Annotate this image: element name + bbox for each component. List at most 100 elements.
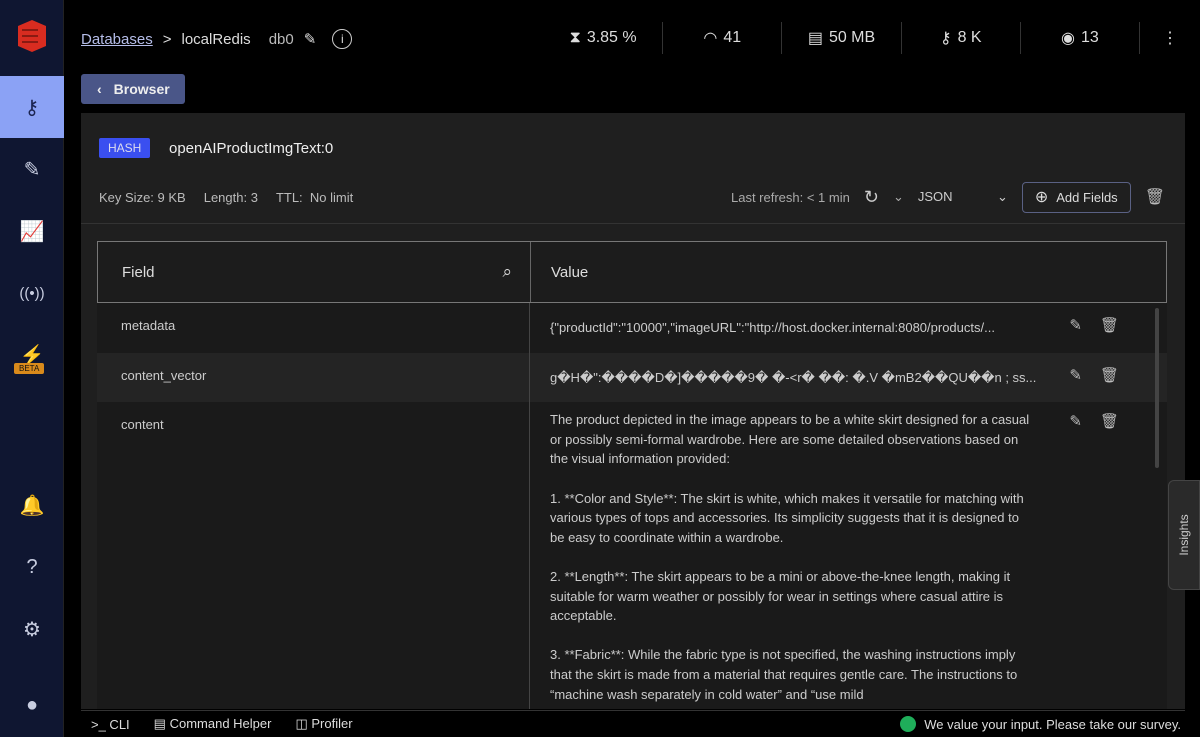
chevron-down-icon: ⌄ <box>996 189 1008 204</box>
auto-refresh-chevron-down-icon[interactable]: ⌄ <box>893 189 904 205</box>
key-size: Key Size: 9 KB <box>99 190 186 205</box>
ttl-label: TTL: <box>275 190 303 205</box>
bottom-bar: >_ CLI ▤ Command Helper ◫ Profiler We va… <box>81 710 1185 737</box>
plus-circle-icon: ⊕ <box>1034 189 1049 206</box>
pubsub-broadcast-icon[interactable]: ((•)) <box>0 262 64 324</box>
delete-trash-icon[interactable]: 🗑 <box>1100 412 1119 432</box>
field-cell: metadata <box>97 303 530 353</box>
db-stats: ⧗ 3.85 % ◠ 41 ▤ 50 MB ⚷ 8 K ◉ 13 ⋮ <box>544 22 1200 54</box>
speedometer-icon: ◠ <box>703 30 718 47</box>
last-refresh: Last refresh: < 1 min <box>730 189 850 205</box>
table-scrollbar[interactable] <box>1155 308 1159 468</box>
github-icon[interactable]: ● <box>0 674 64 736</box>
db-index: db0 <box>268 30 294 48</box>
profiler-label: Profiler <box>311 716 353 731</box>
ops-value: 41 <box>723 29 742 46</box>
profiler-button[interactable]: ◫ Profiler <box>295 716 352 732</box>
breadcrumb-separator: > <box>162 30 172 48</box>
key-toolbar: Last refresh: < 1 min ↻ ⌄ JSON ⌄ ⊕ Add Fie… <box>731 181 1165 213</box>
delete-trash-icon[interactable]: 🗑 <box>1100 316 1119 336</box>
triggers-bolt-icon[interactable]: ⚡ <box>0 324 64 386</box>
field-cell: content_vector <box>97 352 530 403</box>
value-cell: g�H�":����D�]�����9� �-<r� ��: �.V �mB2�… <box>530 353 1167 403</box>
format-select[interactable]: JSON ⌄ <box>918 189 1008 205</box>
survey-link[interactable]: We value your input. Please take our sur… <box>900 716 1185 732</box>
clients-value: 13 <box>1081 29 1099 46</box>
add-fields-label: Add Fields <box>1056 189 1118 205</box>
chevron-left-icon: ‹ <box>97 81 102 97</box>
browser-back-button[interactable]: ‹ Browser <box>81 74 185 104</box>
survey-icon <box>900 716 917 732</box>
value-column-header: Value <box>531 242 588 302</box>
field-header-label: Field <box>122 263 155 281</box>
info-icon[interactable]: i <box>332 29 353 49</box>
command-helper-button[interactable]: ▤ Command Helper <box>154 716 272 732</box>
key-name[interactable]: openAIProductImgText:0 <box>169 140 333 157</box>
insights-label: Insights <box>1177 514 1191 556</box>
edit-pencil-icon[interactable]: ✎ <box>1069 316 1082 336</box>
profiler-icon: ◫ <box>295 716 312 731</box>
ops-stat: ◠ 41 <box>663 22 783 54</box>
survey-text: We value your input. Please take our sur… <box>924 716 1181 732</box>
ttl-value: No limit <box>309 190 354 205</box>
value-text: g�H�":����D�]�����9� �-<r� ��: �.V �mB2�… <box>550 369 1037 385</box>
more-menu-icon[interactable]: ⋮ <box>1140 22 1200 54</box>
command-helper-label: Command Helper <box>169 716 272 731</box>
table-row[interactable]: metadata {"productId":"10000","imageURL"… <box>97 303 1167 353</box>
value-text: {"productId":"10000","imageURL":"http://… <box>550 320 995 335</box>
cpu-stat: ⧗ 3.85 % <box>544 22 664 54</box>
edit-db-pencil-icon[interactable]: ✎ <box>304 30 317 48</box>
field-cell: content <box>97 402 530 709</box>
header: Databases > localRedis db0 ✎ i ⧗ 3.85 % ◠… <box>64 0 1200 75</box>
settings-gear-icon[interactable]: ⚙ <box>0 598 64 660</box>
hourglass-icon: ⧗ <box>569 29 581 46</box>
browser-label: Browser <box>113 81 170 97</box>
sidebar: ⚷ ✎ 📈 ((•)) ⚡ BETA 🔔 ? ⚙ ● <box>0 0 64 737</box>
analytics-icon[interactable]: 📈 <box>0 200 64 262</box>
insights-tab[interactable]: Insights <box>1168 480 1200 590</box>
redis-logo[interactable] <box>14 18 50 54</box>
search-icon[interactable]: ⌕ <box>502 262 512 282</box>
keys-value: 8 K <box>957 29 982 46</box>
cli-button[interactable]: >_ CLI <box>91 717 130 732</box>
workbench-edit-icon[interactable]: ✎ <box>0 138 64 200</box>
databases-link[interactable]: Databases <box>81 31 153 48</box>
divider <box>81 223 1185 224</box>
keys-stat: ⚷ 8 K <box>902 22 1021 54</box>
key-ttl[interactable]: TTL: No limit <box>276 190 353 205</box>
hash-fields-table: Field ⌕ Value metadata {"productId":"1000… <box>97 241 1167 709</box>
refresh-icon[interactable]: ↻ <box>864 187 879 208</box>
key-icon: ⚷ <box>939 30 952 47</box>
value-text: The product depicted in the image appear… <box>550 412 1030 702</box>
field-column-header: Field ⌕ <box>98 242 531 302</box>
table-body: metadata {"productId":"10000","imageURL"… <box>97 303 1167 709</box>
value-cell: {"productId":"10000","imageURL":"http://… <box>530 303 1167 353</box>
memory-stat: ▤ 50 MB <box>782 22 902 54</box>
edit-pencil-icon[interactable]: ✎ <box>1069 412 1082 432</box>
key-length: Length: 3 <box>203 190 258 205</box>
value-header-label: Value <box>551 263 589 281</box>
key-details-panel: HASH openAIProductImgText:0 Key Size: 9 … <box>81 113 1185 709</box>
breadcrumb: Databases > localRedis db0 ✎ i <box>81 29 353 49</box>
clients-stat: ◉ 13 <box>1021 22 1141 54</box>
cpu-value: 3.85 % <box>586 29 637 46</box>
value-cell: The product depicted in the image appear… <box>530 402 1167 709</box>
notifications-bell-icon[interactable]: 🔔 <box>0 474 64 536</box>
beta-badge: BETA <box>14 363 45 374</box>
table-row[interactable]: content The product depicted in the imag… <box>97 402 1167 709</box>
table-header: Field ⌕ Value <box>97 241 1167 303</box>
delete-key-trash-icon[interactable]: 🗑 <box>1145 187 1165 207</box>
document-icon: ▤ <box>153 716 170 731</box>
delete-trash-icon[interactable]: 🗑 <box>1100 366 1119 386</box>
help-icon[interactable]: ? <box>0 536 64 598</box>
add-fields-button[interactable]: ⊕ Add Fields <box>1021 181 1131 213</box>
browser-nav-key-icon[interactable]: ⚷ <box>0 76 64 138</box>
key-type-badge: HASH <box>99 138 151 158</box>
edit-pencil-icon[interactable]: ✎ <box>1069 366 1082 386</box>
user-icon: ◉ <box>1061 30 1075 47</box>
format-value: JSON <box>917 189 953 204</box>
memory-icon: ▤ <box>807 30 823 47</box>
key-meta: Key Size: 9 KB Length: 3 TTL: No limit <box>99 190 353 205</box>
table-row[interactable]: content_vector g�H�":����D�]�����9� �-<r… <box>97 352 1167 403</box>
db-name: localRedis <box>181 30 251 48</box>
